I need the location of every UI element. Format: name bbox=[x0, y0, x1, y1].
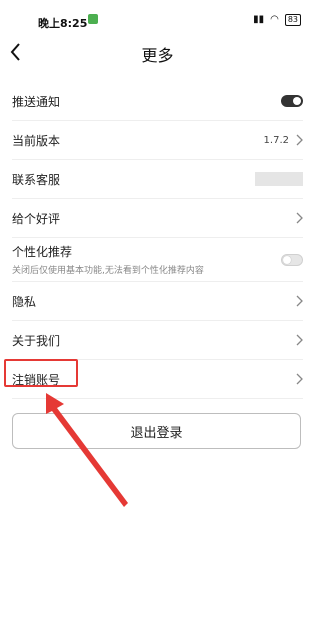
push-notification-label: 推送通知 bbox=[12, 94, 61, 109]
row-about-us[interactable]: 关于我们 bbox=[12, 321, 303, 360]
row-privacy[interactable]: 隐私 bbox=[12, 282, 303, 321]
personalized-description: 关闭后仅使用基本功能,无法看到个性化推荐内容 bbox=[12, 266, 204, 276]
status-bar: 晚上8:25 ▮▮ ◠ 83 bbox=[0, 0, 315, 40]
notification-icon bbox=[88, 14, 98, 24]
version-value: 1.7.2 bbox=[263, 134, 289, 146]
rate-us-label: 给个好评 bbox=[12, 211, 61, 226]
toggle-knob bbox=[283, 255, 291, 264]
logout-button[interactable]: 退出登录 bbox=[12, 413, 301, 449]
battery-icon: 83 bbox=[284, 14, 301, 26]
cancel-account-label: 注销账号 bbox=[12, 372, 61, 387]
toggle-knob bbox=[293, 97, 301, 105]
status-indicators: ▮▮ ◠ 83 bbox=[253, 14, 301, 26]
signal-icon: ▮▮ bbox=[253, 14, 265, 25]
row-push-notification: 推送通知 bbox=[12, 82, 303, 121]
row-cancel-account[interactable]: 注销账号 bbox=[12, 360, 303, 399]
personalized-label: 个性化推荐 bbox=[12, 245, 73, 259]
wifi-icon: ◠ bbox=[270, 14, 279, 25]
row-personalized: 个性化推荐 关闭后仅使用基本功能,无法看到个性化推荐内容 bbox=[12, 238, 303, 282]
chevron-right-icon bbox=[296, 212, 303, 224]
privacy-label: 隐私 bbox=[12, 294, 37, 309]
chevron-right-icon bbox=[296, 373, 303, 385]
customer-service-value bbox=[255, 172, 303, 186]
push-notification-toggle[interactable] bbox=[281, 95, 303, 107]
personalized-toggle[interactable] bbox=[281, 253, 303, 266]
chevron-right-icon bbox=[296, 334, 303, 346]
row-current-version[interactable]: 当前版本 1.7.2 bbox=[12, 121, 303, 160]
chevron-right-icon bbox=[296, 134, 303, 146]
current-version-label: 当前版本 bbox=[12, 133, 61, 148]
header: 更多 bbox=[0, 40, 315, 68]
row-customer-service[interactable]: 联系客服 bbox=[12, 160, 303, 199]
about-us-label: 关于我们 bbox=[12, 333, 61, 348]
page-title: 更多 bbox=[141, 46, 174, 65]
settings-list: 推送通知 当前版本 1.7.2 联系客服 给个好评 个性化推荐 关闭后仅使用基本… bbox=[0, 82, 315, 399]
row-rate-us[interactable]: 给个好评 bbox=[12, 199, 303, 238]
status-time: 晚上8:25 bbox=[38, 17, 88, 30]
chevron-right-icon bbox=[296, 295, 303, 307]
